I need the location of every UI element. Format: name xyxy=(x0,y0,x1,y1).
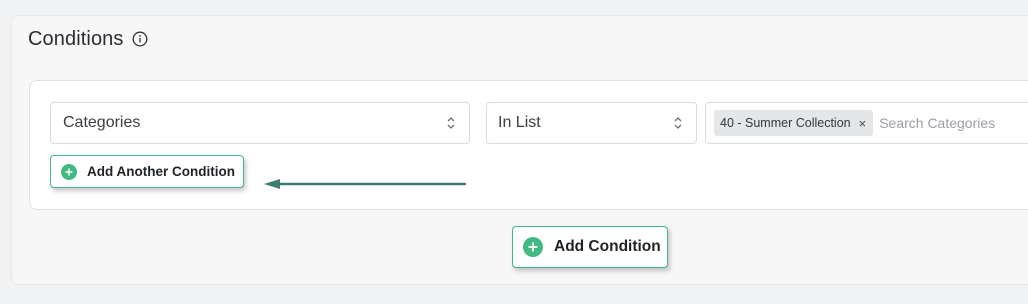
value-tag-label: 40 - Summer Collection xyxy=(720,116,851,130)
category-search-input[interactable] xyxy=(879,115,1028,131)
plus-circle-icon xyxy=(61,163,77,180)
chevron-up-down-icon xyxy=(445,115,457,131)
panel-title: Conditions xyxy=(28,27,124,50)
info-icon[interactable] xyxy=(131,30,149,48)
conditions-panel: Conditions Categories In List 40 - Summe… xyxy=(11,15,1028,285)
condition-group-card: Categories In List 40 - Summer Collectio… xyxy=(29,80,1028,210)
add-condition-label: Add Condition xyxy=(554,238,661,255)
add-another-condition-label: Add Another Condition xyxy=(87,164,235,179)
chevron-up-down-icon xyxy=(672,115,684,131)
condition-values-tag-input[interactable]: 40 - Summer Collection × xyxy=(705,102,1028,144)
value-tag: 40 - Summer Collection × xyxy=(714,110,874,136)
tag-remove-button[interactable]: × xyxy=(859,117,867,130)
condition-operator-select[interactable]: In List xyxy=(486,102,697,144)
condition-operator-value: In List xyxy=(498,114,541,131)
plus-circle-icon xyxy=(523,237,543,257)
condition-field-value: Categories xyxy=(63,114,141,131)
pointer-arrow-icon xyxy=(264,179,466,189)
add-condition-button[interactable]: Add Condition xyxy=(512,226,668,268)
panel-header: Conditions xyxy=(12,16,1028,62)
add-another-condition-button[interactable]: Add Another Condition xyxy=(50,155,244,188)
condition-field-select[interactable]: Categories xyxy=(50,102,470,144)
